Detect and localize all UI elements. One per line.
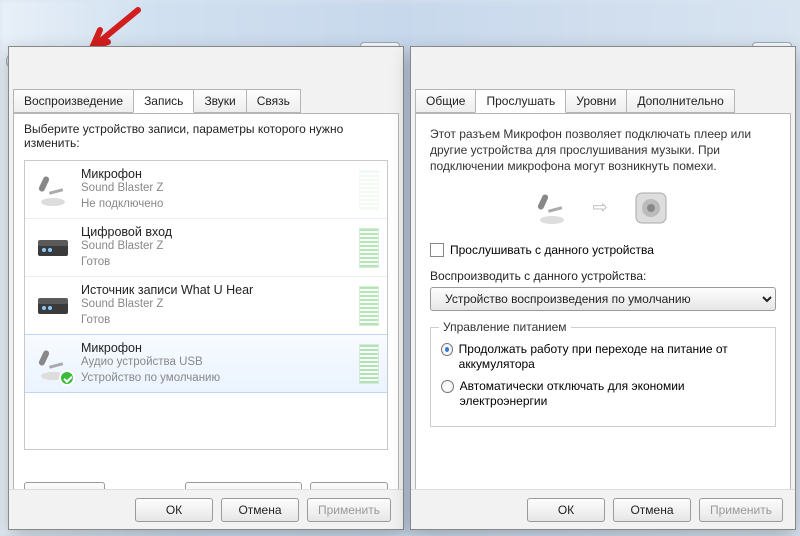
pictogram-row: ⇨ bbox=[416, 187, 790, 229]
sound-tabstrip: Воспроизведение Запись Звуки Связь bbox=[9, 83, 403, 113]
device-subtitle: Sound Blaster Z bbox=[81, 181, 359, 197]
device-row-digital-in[interactable]: Цифровой вход Sound Blaster Z Готов bbox=[25, 219, 387, 277]
device-name: Микрофон bbox=[81, 167, 359, 181]
level-meter bbox=[359, 344, 379, 384]
sound-tab-body: Выберите устройство записи, параметры ко… bbox=[13, 113, 399, 517]
mic-icon bbox=[33, 170, 73, 210]
power-group-legend: Управление питанием bbox=[439, 320, 571, 334]
recording-instruction: Выберите устройство записи, параметры ко… bbox=[14, 114, 398, 156]
ok-button[interactable]: ОК bbox=[527, 498, 605, 522]
play-through-label: Воспроизводить с данного устройства: bbox=[416, 267, 790, 287]
power-radio-continue-label: Продолжать работу при переходе на питани… bbox=[459, 342, 765, 373]
tab-playback[interactable]: Воспроизведение bbox=[13, 89, 134, 113]
power-radio-continue[interactable] bbox=[441, 343, 453, 356]
power-management-group: Управление питанием Продолжать работу пр… bbox=[430, 327, 776, 427]
level-meter bbox=[359, 228, 379, 268]
device-subtitle: Sound Blaster Z bbox=[81, 297, 359, 313]
cancel-button[interactable]: Отмена bbox=[613, 498, 691, 522]
tab-listen[interactable]: Прослушать bbox=[475, 89, 566, 113]
ok-button[interactable]: ОК bbox=[135, 498, 213, 522]
device-subtitle: Sound Blaster Z bbox=[81, 239, 359, 255]
tab-recording[interactable]: Запись bbox=[133, 89, 194, 113]
apply-button[interactable]: Применить bbox=[307, 498, 391, 522]
speaker-icon bbox=[630, 187, 672, 229]
level-meter bbox=[359, 286, 379, 326]
tab-levels[interactable]: Уровни bbox=[565, 89, 627, 113]
arrow-right-icon: ⇨ bbox=[592, 197, 607, 218]
listen-description: Этот разъем Микрофон позволяет подключат… bbox=[416, 114, 790, 183]
device-name: Микрофон bbox=[81, 341, 359, 355]
device-status: Готов bbox=[81, 255, 359, 271]
device-status: Готов bbox=[81, 313, 359, 329]
default-check-icon bbox=[59, 370, 75, 386]
apply-button[interactable]: Применить bbox=[699, 498, 783, 522]
cancel-button[interactable]: Отмена bbox=[221, 498, 299, 522]
power-radio-auto-off[interactable] bbox=[441, 380, 454, 393]
mic-icon bbox=[534, 190, 570, 226]
device-row-mic-sb[interactable]: Микрофон Sound Blaster Z Не подключено bbox=[25, 161, 387, 219]
sound-dialog: Воспроизведение Запись Звуки Связь Выбер… bbox=[8, 46, 404, 530]
device-subtitle: Аудио устройства USB bbox=[81, 355, 359, 371]
audio-box-icon bbox=[33, 228, 73, 268]
device-status: Не подключено bbox=[81, 197, 359, 213]
play-through-select[interactable]: Устройство воспроизведения по умолчанию bbox=[430, 287, 776, 311]
device-row-mic-usb[interactable]: Микрофон Аудио устройства USB Устройство… bbox=[24, 334, 388, 393]
device-name: Цифровой вход bbox=[81, 225, 359, 239]
tab-general[interactable]: Общие bbox=[415, 89, 476, 113]
tab-advanced[interactable]: Дополнительно bbox=[626, 89, 734, 113]
mic-icon bbox=[33, 344, 73, 384]
sound-bottom-buttons: ОК Отмена Применить bbox=[9, 489, 403, 529]
listen-checkbox-label: Прослушивать с данного устройства bbox=[450, 243, 654, 257]
properties-dialog: Общие Прослушать Уровни Дополнительно Эт… bbox=[410, 46, 796, 530]
device-status: Устройство по умолчанию bbox=[81, 371, 359, 387]
properties-tabstrip: Общие Прослушать Уровни Дополнительно bbox=[411, 83, 795, 113]
level-meter bbox=[359, 170, 379, 210]
listen-checkbox[interactable] bbox=[430, 243, 444, 257]
tab-communications[interactable]: Связь bbox=[246, 89, 301, 113]
tab-sounds[interactable]: Звуки bbox=[193, 89, 246, 113]
device-list[interactable]: Микрофон Sound Blaster Z Не подключено Ц… bbox=[24, 160, 388, 450]
power-radio-auto-off-label: Автоматически отключать для экономии эле… bbox=[460, 379, 765, 410]
properties-tab-body: Этот разъем Микрофон позволяет подключат… bbox=[415, 113, 791, 517]
properties-bottom-buttons: ОК Отмена Применить bbox=[411, 489, 795, 529]
device-row-what-u-hear[interactable]: Источник записи What U Hear Sound Blaste… bbox=[25, 277, 387, 335]
device-name: Источник записи What U Hear bbox=[81, 283, 359, 297]
audio-box-icon bbox=[33, 286, 73, 326]
